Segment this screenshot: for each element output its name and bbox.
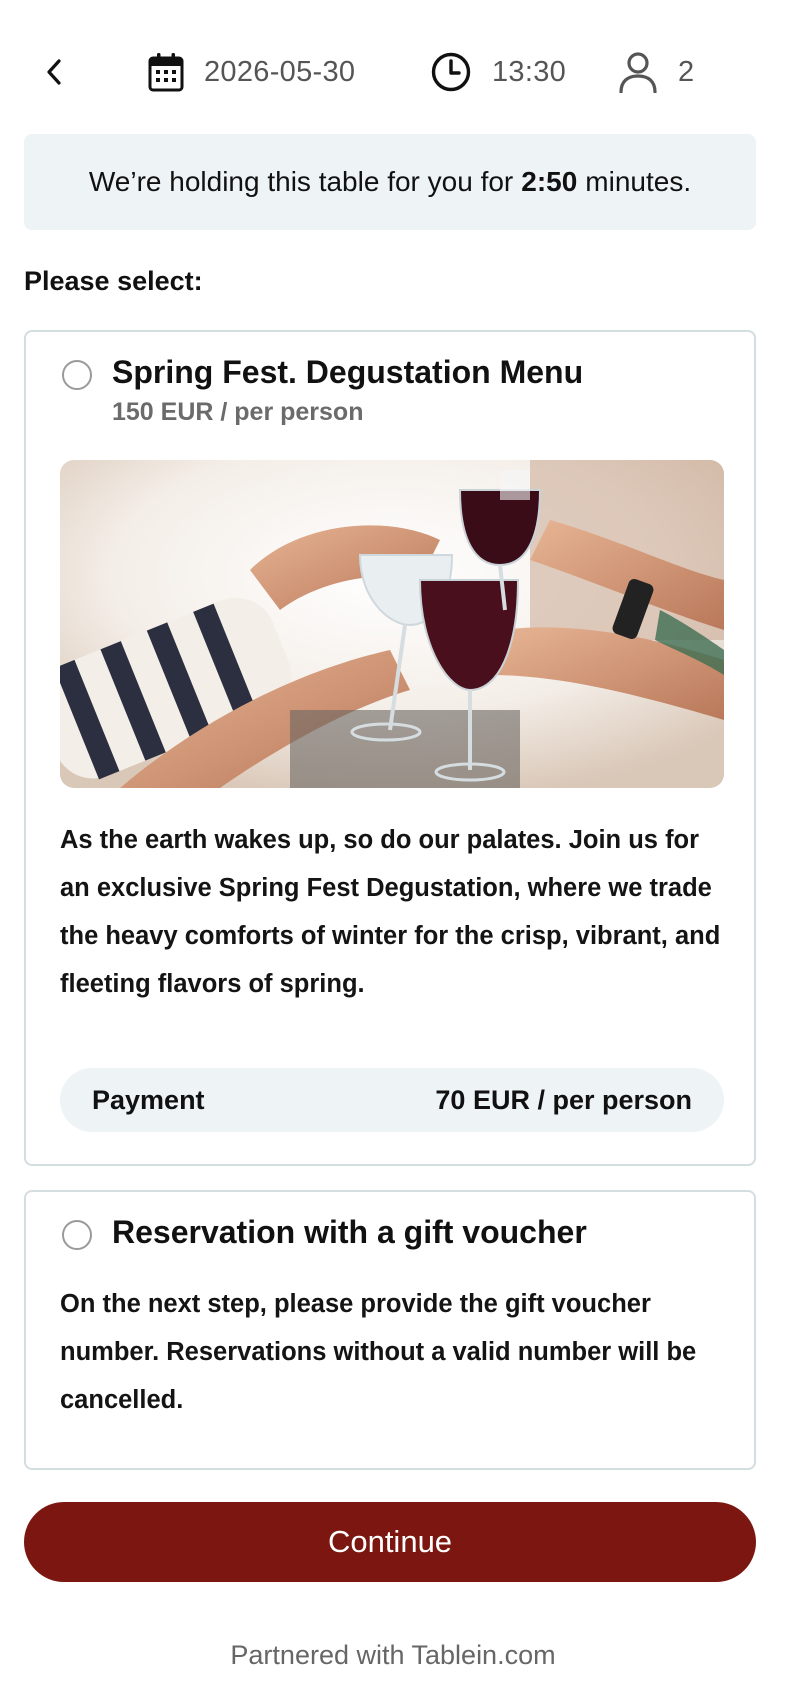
radio-degustation[interactable] <box>62 360 92 390</box>
option-description: As the earth wakes up, so do our palates… <box>60 826 721 998</box>
continue-button[interactable]: Continue <box>24 1502 756 1582</box>
option-card-gift-voucher[interactable]: Reservation with a gift voucher On the n… <box>24 1190 756 1470</box>
partner-footer: Partnered with Tablein.com <box>0 1640 786 1671</box>
hold-banner-prefix: We’re holding this table for you for <box>88 166 514 197</box>
tablein-link[interactable]: Tablein.com <box>412 1640 556 1670</box>
guests-selector[interactable]: 2 <box>618 50 694 94</box>
reservation-page: 2026-05-30 13:30 2 We’re holding this ta… <box>0 0 786 1696</box>
hold-timer-banner: We’re holding this table for you for 2:5… <box>24 134 756 230</box>
time-selector[interactable]: 13:30 <box>430 50 566 94</box>
option-title: Reservation with a gift voucher <box>112 1214 587 1250</box>
date-value: 2026-05-30 <box>204 55 356 88</box>
guests-value: 2 <box>678 55 695 88</box>
date-selector[interactable]: 2026-05-30 <box>148 50 355 94</box>
option-title: Spring Fest. Degustation Menu <box>112 354 584 390</box>
payment-row: Payment 70 EUR / per person <box>60 1068 724 1132</box>
payment-value: 70 EUR / per person <box>435 1084 692 1115</box>
person-icon <box>619 52 657 93</box>
clock-icon <box>431 52 471 92</box>
option-card-degustation[interactable]: Spring Fest. Degustation Menu 150 EUR / … <box>24 330 756 1166</box>
hold-countdown: 2:50 <box>521 166 578 197</box>
back-button[interactable] <box>36 52 72 92</box>
option-price: 150 EUR / per person <box>112 398 364 426</box>
reservation-header: 2026-05-30 13:30 2 <box>0 36 786 108</box>
footer-prefix: Partnered with <box>230 1640 405 1670</box>
please-select-label: Please select: <box>24 266 203 296</box>
radio-gift-voucher[interactable] <box>62 1220 92 1250</box>
calendar-icon <box>148 53 184 92</box>
hold-banner-suffix: minutes. <box>585 166 692 197</box>
time-value: 13:30 <box>492 55 567 88</box>
chevron-left-icon <box>47 59 61 85</box>
payment-label: Payment <box>92 1084 205 1115</box>
wine-toast-photo <box>60 460 724 788</box>
option-description: On the next step, please provide the gif… <box>60 1290 697 1414</box>
